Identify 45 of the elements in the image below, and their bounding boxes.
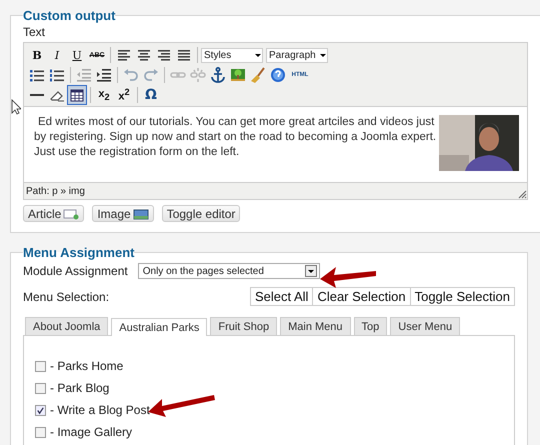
checkbox[interactable] [35,426,46,438]
special-character-button[interactable]: Ω [141,85,161,105]
editor-button[interactable]: Article [23,205,84,222]
field-label: Text [23,25,46,39]
styles-dropdown[interactable]: Styles [201,48,263,62]
menu-item-label: - Image Gallery [50,425,132,439]
editor-text: Ed writes most of our tutorials. You can get more great artciles and videos just by registering. Sign up now and start on the road to becoming a Joomla expert. Just use the registration form on the left. [34,115,438,160]
table-icon[interactable] [67,85,87,105]
subscript-button[interactable]: x$_{2}$ [94,85,114,105]
selection-button[interactable]: Toggle Selection [410,287,515,306]
menu-tab[interactable]: Top [354,317,388,335]
section-title: Menu Assignment [23,245,134,260]
menu-item-label: - Parks Home [50,359,124,373]
caret-icon [304,265,317,277]
checkbox[interactable] [35,382,46,394]
resize-grip-icon[interactable] [517,189,527,199]
format-dropdown[interactable]: Paragraph [266,48,328,62]
editor-button[interactable]: Toggle editor [162,205,240,222]
image-icon [132,208,149,220]
checkbox[interactable] [35,404,46,416]
caret-icon [254,51,262,59]
caret-icon [319,51,327,59]
field-label: Menu Selection: [23,290,110,304]
bold-button[interactable]: B [27,45,47,65]
selection-button[interactable]: Clear Selection [312,287,411,306]
italic-button[interactable]: I [47,45,67,65]
anchor-icon[interactable] [208,65,228,85]
menu-tab[interactable]: About Joomla [25,317,108,335]
field-label: Module Assignment [23,264,128,278]
module-assignment-dropdown[interactable]: Only on the pages selected [138,263,320,279]
superscript-button[interactable]: x$^{2}$ [114,85,134,105]
menu-tab[interactable]: Main Menu [280,317,351,335]
menu-item-label: - Write a Blog Post [50,403,150,417]
selection-button[interactable]: Select All [250,287,314,306]
checkbox[interactable] [35,360,46,372]
menu-tab[interactable]: Australian Parks [111,318,208,336]
article-icon [63,208,80,220]
menu-tab[interactable]: User Menu [390,317,460,335]
help-icon[interactable] [268,65,288,85]
menu-tab[interactable]: Fruit Shop [210,317,278,335]
menu-item-label: - Park Blog [50,381,110,395]
section-title: Custom output [23,8,116,23]
editor-button[interactable]: Image [92,205,154,222]
element-path: Path: p » img [26,186,85,196]
underline-button[interactable]: U [67,45,87,65]
